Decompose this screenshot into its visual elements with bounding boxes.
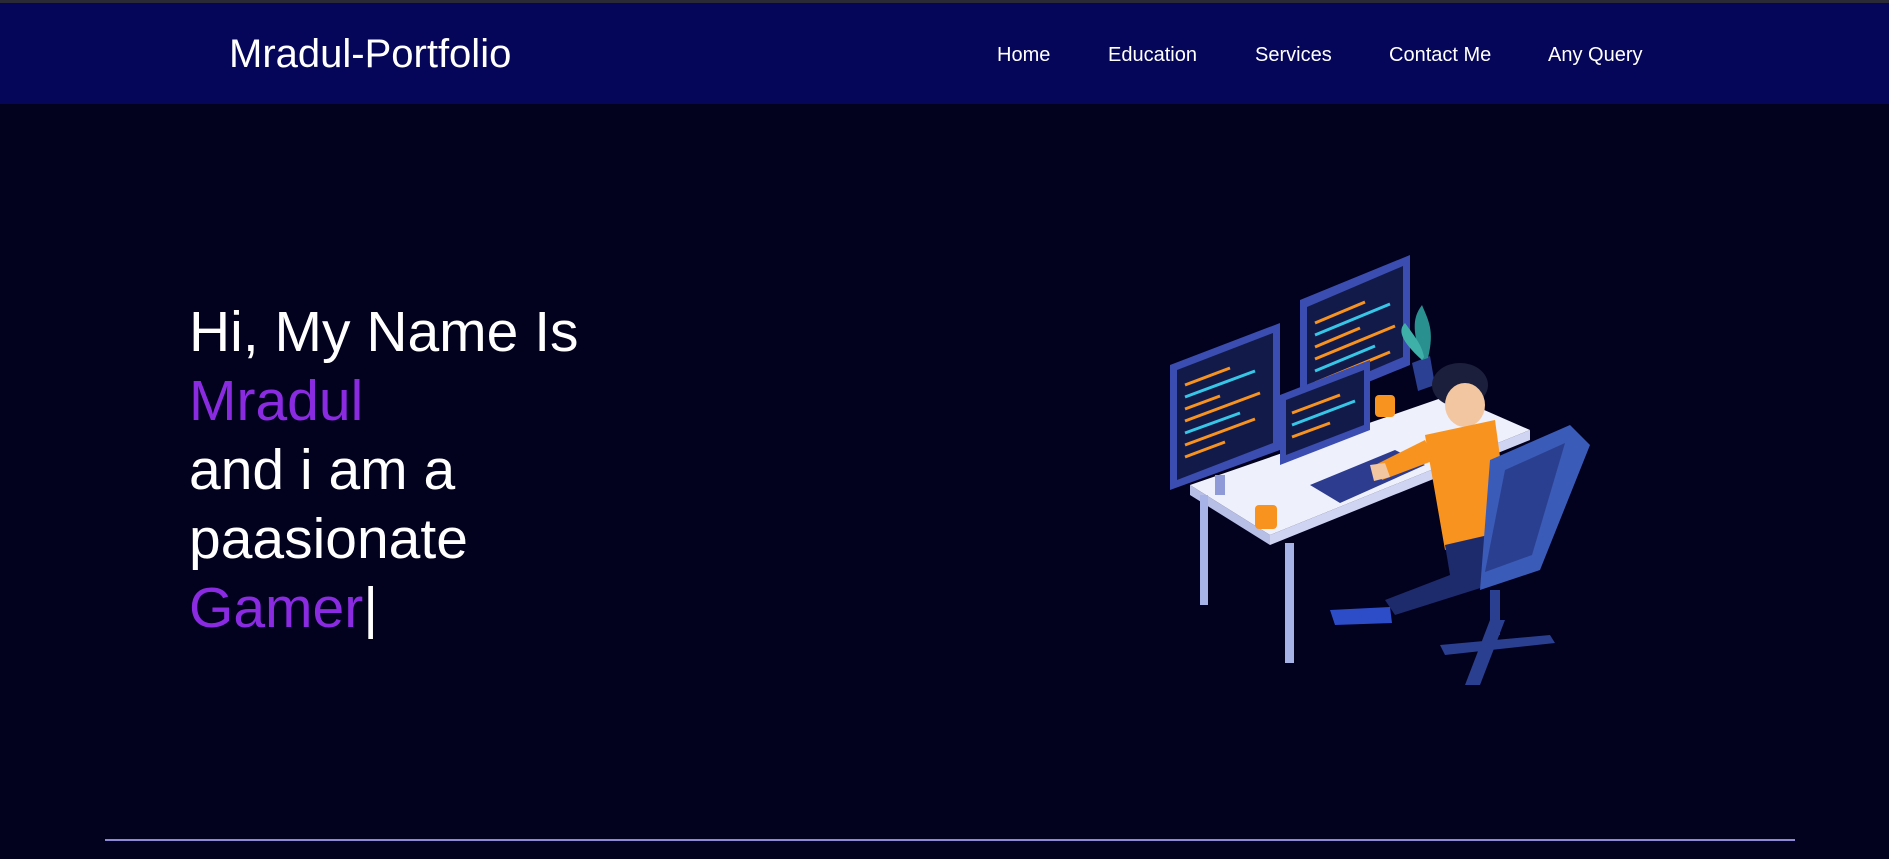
site-header: Mradul-Portfolio Home Education Services… <box>0 3 1889 104</box>
main-nav: Home Education Services Contact Me Any Q… <box>0 43 1889 69</box>
hero-role: Gamer <box>189 576 364 640</box>
nav-any-query[interactable]: Any Query <box>1548 43 1642 67</box>
hero-name: Mradul <box>189 369 364 433</box>
nav-contact-me[interactable]: Contact Me <box>1389 43 1491 67</box>
hero-line-3: and i am a <box>189 438 456 502</box>
nav-education[interactable]: Education <box>1108 43 1197 67</box>
hero-intro: Hi, My Name Is Mradul and i am a paasion… <box>189 298 579 643</box>
nav-home[interactable]: Home <box>997 43 1050 67</box>
hero-line-4: paasionate <box>189 507 468 571</box>
hero-greeting: Hi, My Name Is <box>189 300 579 364</box>
developer-at-desk-illustration <box>1160 245 1600 690</box>
hero-typed-line: Gamer| <box>189 574 579 643</box>
section-divider <box>105 839 1795 841</box>
typing-cursor: | <box>363 576 379 640</box>
nav-services[interactable]: Services <box>1255 43 1332 67</box>
